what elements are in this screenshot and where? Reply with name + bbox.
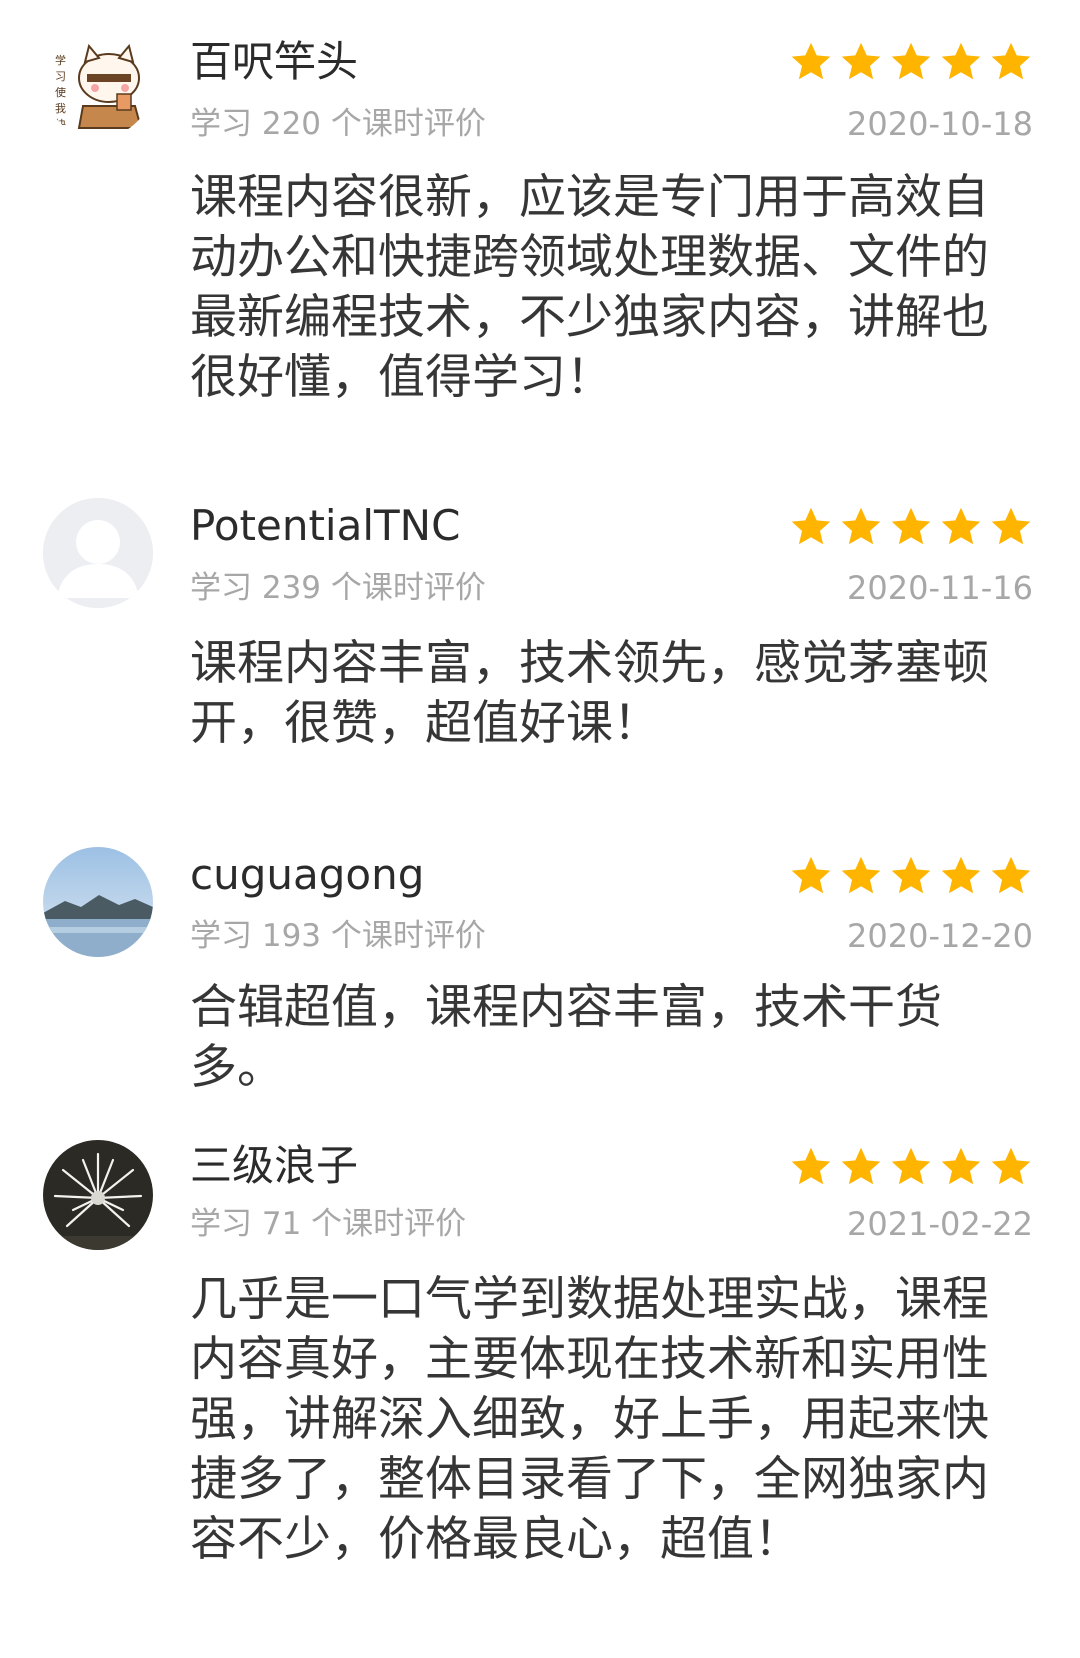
- avatar[interactable]: [43, 498, 153, 608]
- review-date: 2020-10-18: [847, 105, 1033, 143]
- star-rating: [789, 854, 1033, 898]
- review-stats: 学习 71 个课时评价: [190, 1206, 467, 1242]
- star-icon: [941, 42, 981, 80]
- svg-text:快: 快: [55, 118, 66, 131]
- flower-avatar-icon: [43, 1140, 153, 1250]
- star-icon: [941, 856, 981, 894]
- review-date: 2020-11-16: [847, 569, 1033, 607]
- star-icon: [841, 856, 881, 894]
- review-date: 2020-12-20: [847, 917, 1033, 955]
- default-user-avatar-icon: [43, 498, 153, 608]
- svg-text:习: 习: [55, 70, 66, 83]
- star-icon: [841, 42, 881, 80]
- star-icon: [891, 856, 931, 894]
- star-rating: [789, 505, 1033, 549]
- svg-text:学: 学: [55, 53, 66, 67]
- star-icon: [791, 42, 831, 80]
- review-content: 课程内容很新，应该是专门用于高效自动办公和快捷跨领域处理数据、文件的最新编程技术…: [190, 170, 989, 405]
- username[interactable]: PotentialTNC: [190, 500, 460, 552]
- review-content: 课程内容丰富，技术领先，感觉茅塞顿开，很赞，超值好课！: [190, 636, 989, 751]
- star-icon: [891, 1147, 931, 1185]
- star-icon: [841, 507, 881, 545]
- star-icon: [991, 42, 1031, 80]
- avatar[interactable]: [43, 1140, 153, 1250]
- review-stats: 学习 239 个课时评价: [190, 570, 486, 606]
- star-icon: [941, 507, 981, 545]
- star-icon: [991, 856, 1031, 894]
- landscape-avatar-icon: [43, 847, 153, 957]
- review-content: 合辑超值，课程内容丰富，技术干货多。: [190, 980, 942, 1095]
- avatar[interactable]: 学 习 使 我 快: [43, 28, 153, 138]
- star-icon: [991, 1147, 1031, 1185]
- review-stats: 学习 220 个课时评价: [190, 106, 486, 142]
- cartoon-cat-avatar-icon: 学 习 使 我 快: [43, 28, 153, 138]
- username[interactable]: 百呎竿头: [190, 36, 358, 88]
- review-content: 几乎是一口气学到数据处理实战，课程内容真好，主要体现在技术新和实用性强，讲解深入…: [190, 1272, 989, 1567]
- star-icon: [791, 856, 831, 894]
- username[interactable]: 三级浪子: [190, 1140, 358, 1192]
- star-rating: [789, 40, 1033, 84]
- avatar[interactable]: [43, 847, 153, 957]
- svg-text:我: 我: [55, 102, 66, 115]
- star-icon: [891, 507, 931, 545]
- star-icon: [841, 1147, 881, 1185]
- svg-text:使: 使: [55, 86, 66, 99]
- star-icon: [891, 42, 931, 80]
- username[interactable]: cuguagong: [190, 849, 424, 901]
- star-icon: [791, 507, 831, 545]
- star-icon: [941, 1147, 981, 1185]
- star-rating: [789, 1145, 1033, 1189]
- review-date: 2021-02-22: [847, 1205, 1033, 1243]
- star-icon: [991, 507, 1031, 545]
- star-icon: [791, 1147, 831, 1185]
- review-stats: 学习 193 个课时评价: [190, 918, 486, 954]
